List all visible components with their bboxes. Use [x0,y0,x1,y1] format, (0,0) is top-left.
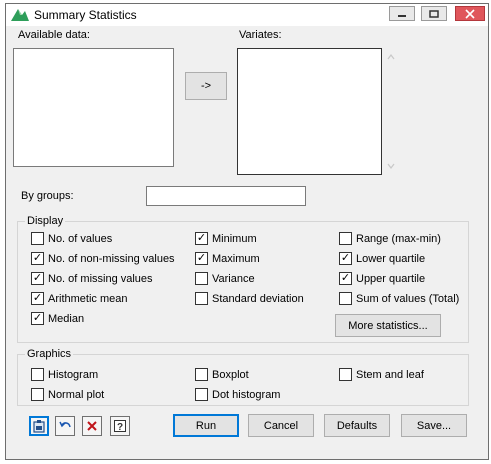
maximum-checkbox-box[interactable]: ✓ [195,252,208,265]
display-group-title: Display [25,215,66,227]
arithmetic-mean-checkbox-box[interactable]: ✓ [31,292,44,305]
clear-button[interactable] [82,416,102,436]
help-icon: ? [114,420,126,433]
no-of-missing-values-checkbox-label: No. of missing values [48,272,153,285]
minimize-icon [398,14,406,17]
svg-text:?: ? [117,422,123,433]
arithmetic-mean-checkbox-label: Arithmetic mean [48,292,128,305]
minimum-checkbox[interactable]: ✓ Minimum [195,232,257,245]
normal-plot-checkbox-label: Normal plot [48,388,105,401]
dot-histogram-checkbox-box[interactable] [195,388,208,401]
no-of-non-missing-values-checkbox-label: No. of non-missing values [48,252,175,265]
boxplot-checkbox-label: Boxplot [212,368,249,381]
arithmetic-mean-checkbox[interactable]: ✓ Arithmetic mean [31,292,127,305]
available-data-label: Available data: [18,29,90,41]
move-to-variates-button[interactable]: -> [185,72,227,100]
normal-plot-checkbox-box[interactable] [31,388,44,401]
minimum-checkbox-label: Minimum [212,232,257,245]
standard-deviation-checkbox-box[interactable] [195,292,208,305]
sum-of-values-checkbox-label: Sum of values (Total) [356,292,460,305]
no-of-values-checkbox[interactable]: No. of values [31,232,112,245]
help-button[interactable]: ? [110,416,130,436]
lower-quartile-checkbox-label: Lower quartile [356,252,426,265]
sum-of-values-checkbox[interactable]: Sum of values (Total) [339,292,459,305]
no-of-missing-values-checkbox-box[interactable]: ✓ [31,272,44,285]
minimize-button[interactable] [389,6,415,21]
stem-and-leaf-checkbox[interactable]: Stem and leaf [339,368,424,381]
cancel-button[interactable]: Cancel [248,414,314,437]
range-max-min-checkbox[interactable]: Range (max-min) [339,232,441,245]
no-of-values-checkbox-label: No. of values [48,232,113,245]
stem-and-leaf-checkbox-label: Stem and leaf [356,368,424,381]
range-max-min-checkbox-label: Range (max-min) [356,232,441,245]
maximum-checkbox-label: Maximum [212,252,260,265]
standard-deviation-checkbox[interactable]: Standard deviation [195,292,304,305]
available-data-list[interactable] [13,48,174,167]
upper-quartile-checkbox[interactable]: ✓ Upper quartile [339,272,425,285]
lower-quartile-checkbox-box[interactable]: ✓ [339,252,352,265]
clear-icon [87,421,97,431]
upper-quartile-checkbox-label: Upper quartile [356,272,426,285]
by-groups-input[interactable] [146,186,306,206]
maximize-button[interactable] [421,6,447,21]
genstat-logo-icon [10,6,30,22]
boxplot-checkbox-box[interactable] [195,368,208,381]
variance-checkbox-box[interactable] [195,272,208,285]
by-groups-label: By groups: [21,190,74,202]
maximum-checkbox[interactable]: ✓ Maximum [195,252,260,265]
no-of-values-checkbox-box[interactable] [31,232,44,245]
window-title: Summary Statistics [34,8,137,22]
save-button[interactable]: Save... [401,414,467,437]
variance-checkbox[interactable]: Variance [195,272,255,285]
minimum-checkbox-box[interactable]: ✓ [195,232,208,245]
close-button[interactable] [455,6,485,21]
no-of-non-missing-values-checkbox[interactable]: ✓ No. of non-missing values [31,252,175,265]
histogram-checkbox-box[interactable] [31,368,44,381]
variates-list[interactable] [237,48,382,175]
maximize-icon [429,9,439,18]
median-checkbox[interactable]: ✓ Median [31,312,84,325]
no-of-non-missing-values-checkbox-box[interactable]: ✓ [31,252,44,265]
standard-deviation-checkbox-label: Standard deviation [212,292,304,305]
close-icon [465,8,475,19]
graphics-group-title: Graphics [25,348,74,360]
dot-histogram-checkbox[interactable]: Dot histogram [195,388,280,401]
no-of-missing-values-checkbox[interactable]: ✓ No. of missing values [31,272,153,285]
lower-quartile-checkbox[interactable]: ✓ Lower quartile [339,252,425,265]
clipboard-icon [33,420,45,433]
run-button[interactable]: Run [173,414,239,437]
variance-checkbox-label: Variance [212,272,255,285]
dot-histogram-checkbox-label: Dot histogram [212,388,281,401]
histogram-checkbox[interactable]: Histogram [31,368,98,381]
upper-quartile-checkbox-box[interactable]: ✓ [339,272,352,285]
defaults-button[interactable]: Defaults [324,414,390,437]
range-max-min-checkbox-box[interactable] [339,232,352,245]
clipboard-button[interactable] [29,416,49,436]
median-checkbox-box[interactable]: ✓ [31,312,44,325]
median-checkbox-label: Median [48,312,85,325]
boxplot-checkbox[interactable]: Boxplot [195,368,249,381]
variates-label: Variates: [239,29,282,41]
undo-icon [59,421,71,428]
histogram-checkbox-label: Histogram [48,368,99,381]
more-statistics-button[interactable]: More statistics... [335,314,441,337]
variates-scrollbar[interactable] [385,50,397,174]
normal-plot-checkbox[interactable]: Normal plot [31,388,104,401]
sum-of-values-checkbox-box[interactable] [339,292,352,305]
stem-and-leaf-checkbox-box[interactable] [339,368,352,381]
undo-button[interactable] [55,416,75,436]
